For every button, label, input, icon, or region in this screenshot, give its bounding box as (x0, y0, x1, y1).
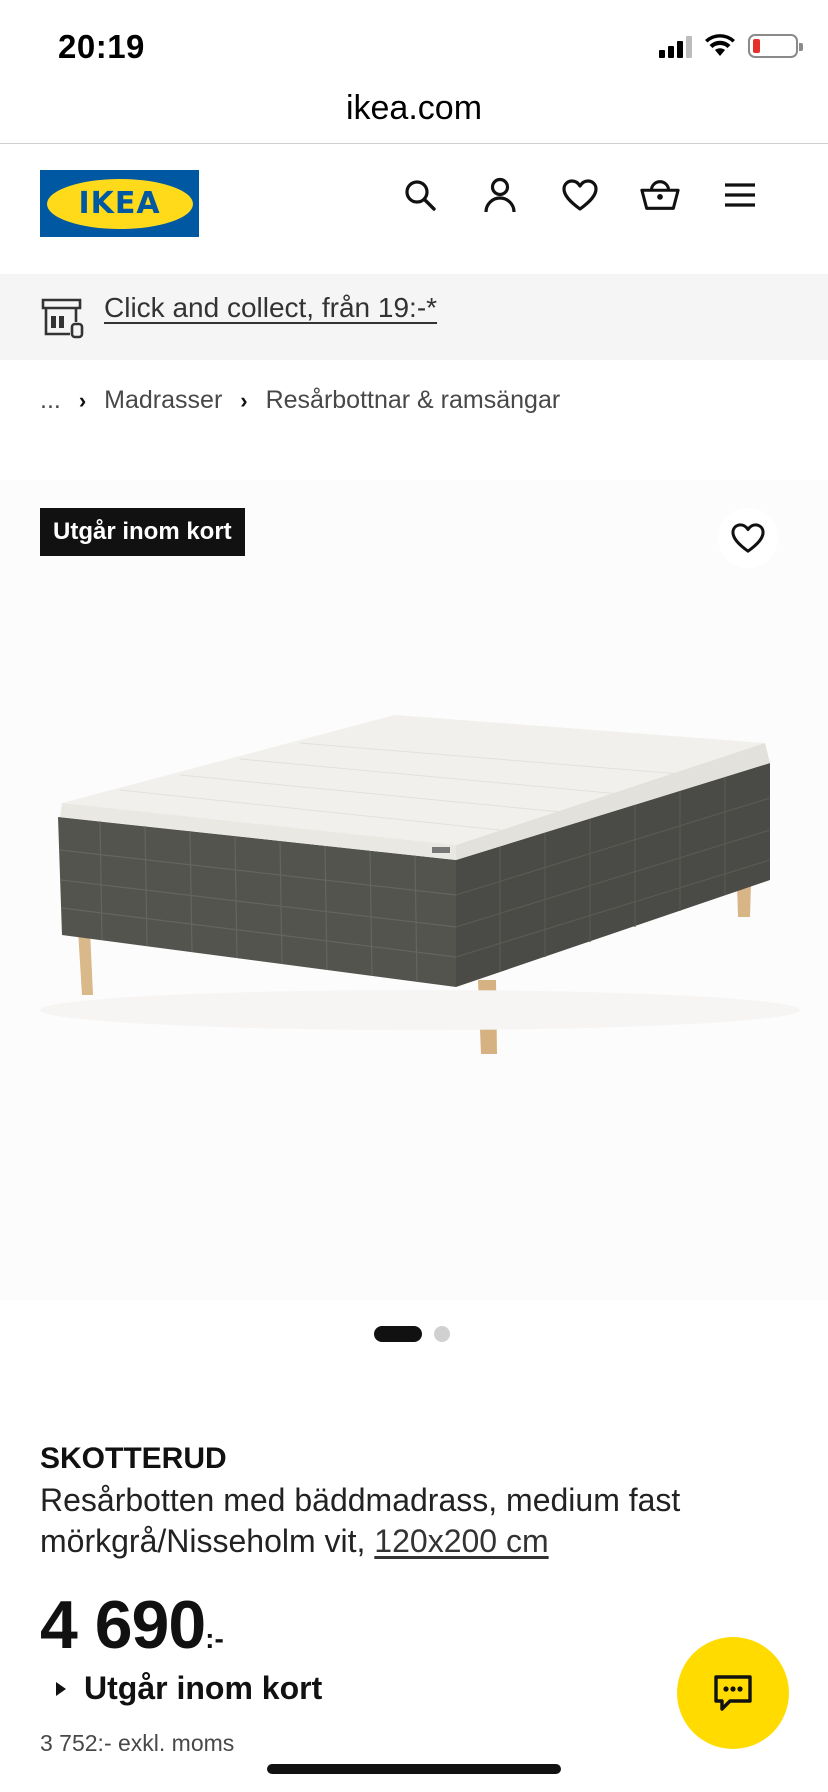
wifi-icon (705, 34, 735, 56)
breadcrumb: ... › Madrasser › Resårbottnar & ramsäng… (40, 386, 560, 415)
product-price: 4 690 :- (40, 1586, 224, 1664)
product-image-carousel[interactable]: Utgår inom kort (0, 480, 828, 1300)
product-name: SKOTTERUD (40, 1442, 227, 1475)
status-time: 20:19 (58, 28, 145, 65)
add-to-favourites-button[interactable] (718, 508, 778, 568)
product-description-text: Resårbotten med bäddmadrass, medium fast… (40, 1482, 681, 1559)
price-excl-vat: 3 752:- exkl. moms (40, 1730, 235, 1756)
site-header: IKEA (0, 145, 828, 273)
breadcrumb-ellipsis[interactable]: ... (40, 386, 61, 415)
heart-icon (731, 523, 765, 553)
battery-icon (748, 34, 803, 58)
menu-icon[interactable] (720, 175, 760, 215)
availability-toggle[interactable]: Utgår inom kort (56, 1670, 322, 1707)
price-integer: 4 690 (40, 1587, 206, 1663)
click-and-collect-link[interactable]: Click and collect, från 19:-* (104, 292, 437, 324)
breadcrumb-item-resarbottnar[interactable]: Resårbottnar & ramsängar (266, 386, 561, 415)
chat-bubble-icon (714, 1675, 752, 1711)
search-icon[interactable] (400, 175, 440, 215)
breadcrumb-item-madrasser[interactable]: Madrasser (104, 386, 222, 415)
product-description: Resårbotten med bäddmadrass, medium fast… (40, 1480, 800, 1562)
caret-right-icon (56, 1681, 66, 1696)
carousel-dot-active[interactable] (374, 1326, 422, 1342)
status-badge: Utgår inom kort (40, 508, 245, 556)
product-size-link[interactable]: 120x200 cm (374, 1523, 548, 1559)
status-bar: 20:19 (0, 0, 828, 90)
url-text[interactable]: ikea.com (346, 89, 482, 127)
chevron-right-icon: › (240, 387, 248, 413)
home-indicator[interactable] (267, 1764, 561, 1774)
availability-text: Utgår inom kort (84, 1670, 323, 1706)
click-and-collect-banner: Click and collect, från 19:-* (0, 274, 828, 360)
heart-icon[interactable] (560, 175, 600, 215)
logo-text: IKEA (78, 186, 161, 221)
store-pickup-icon (41, 298, 84, 339)
header-actions (400, 175, 760, 215)
price-suffix: :- (205, 1623, 224, 1654)
profile-icon[interactable] (480, 175, 520, 215)
product-photo-bed (40, 715, 800, 1054)
cellular-signal-icon (659, 34, 692, 58)
status-icons (659, 34, 803, 58)
chevron-right-icon: › (78, 387, 87, 413)
basket-icon[interactable] (640, 175, 680, 215)
ikea-logo[interactable]: IKEA (40, 170, 199, 237)
browser-url-bar[interactable]: ikea.com (0, 88, 828, 144)
chat-button[interactable] (677, 1637, 789, 1749)
carousel-indicator (374, 1326, 450, 1342)
carousel-dot[interactable] (434, 1326, 450, 1342)
